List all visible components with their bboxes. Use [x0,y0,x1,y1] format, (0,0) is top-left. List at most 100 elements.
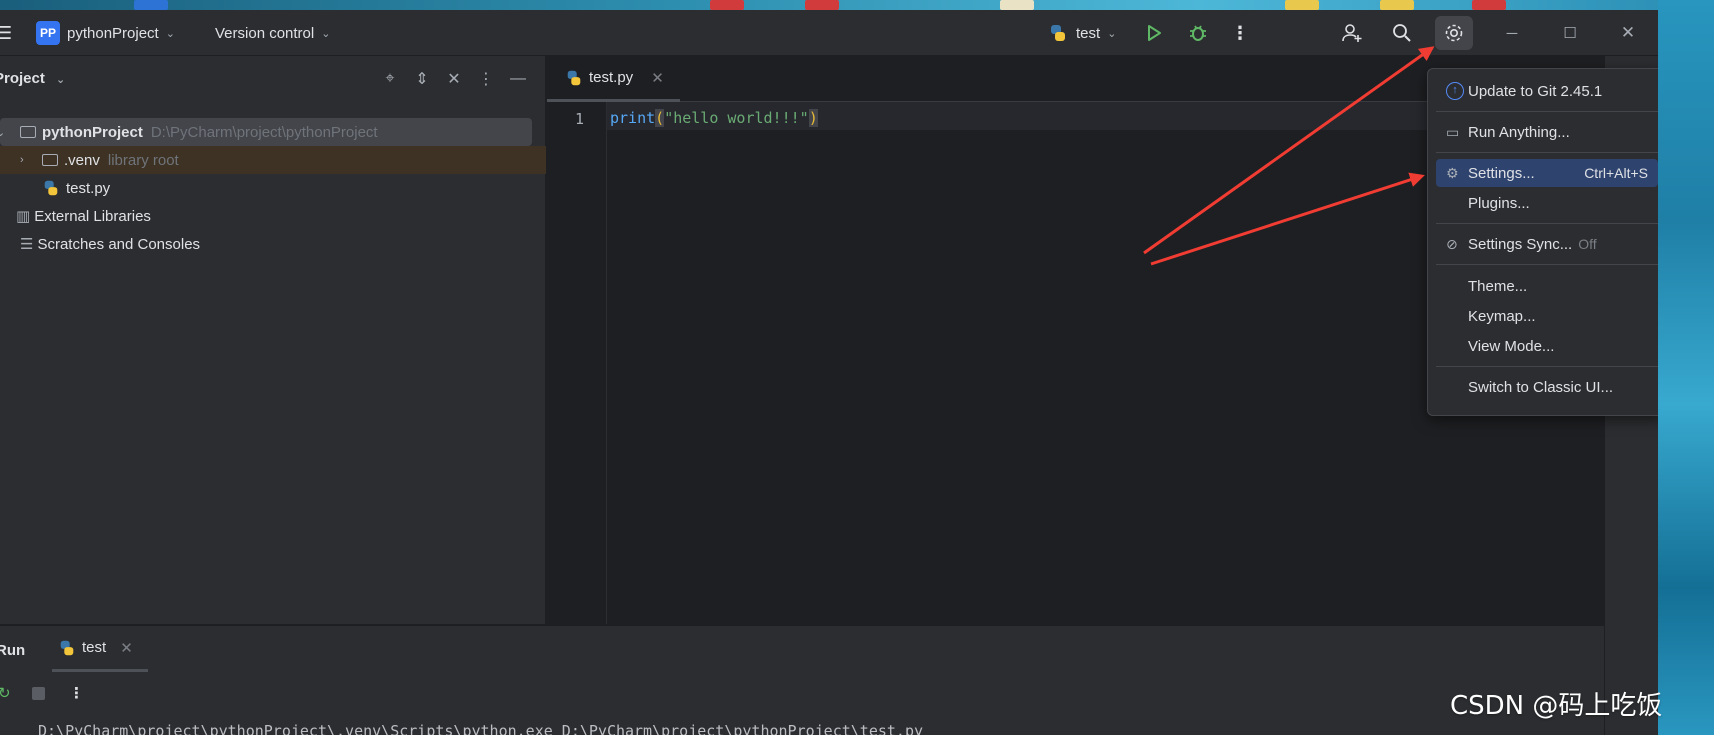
code-bracket: ) [808,109,818,127]
title-bar: ☰ PP pythonProject ⌄ Version control ⌄ t… [0,10,1658,56]
line-gutter: 1 [547,102,607,624]
code-bracket: ( [655,109,665,127]
desktop-shortcut-icon[interactable] [134,0,168,10]
menu-item-shortcut: Ctrl+Alt+S [1584,165,1648,181]
locate-icon[interactable]: ⌖ [374,70,406,88]
menu-separator [1436,152,1658,153]
desktop-pdf-icon[interactable] [1472,0,1506,10]
menu-separator [1436,111,1658,112]
tree-item-path: D:\PyCharm\project\pythonProject [150,123,378,141]
tree-item-label: External Libraries [34,207,151,225]
desktop-folder-icon[interactable] [1285,0,1319,10]
desktop-pdf-icon[interactable] [805,0,839,10]
tree-item-label: test.py [66,179,111,197]
project-pane-title-label: Project [0,70,45,87]
menu-item-run-anything[interactable]: ▭ Run Anything... [1436,118,1658,146]
more-icon[interactable]: ⋮ [69,684,84,702]
run-icon[interactable] [1136,10,1172,56]
version-control-menu[interactable]: Version control ⌄ [215,10,330,56]
run-config-selector[interactable]: test ⌄ [1048,10,1116,56]
maximize-icon[interactable]: ☐ [1552,10,1588,56]
tree-item-project-root[interactable]: ⌄ pythonProject D:\PyCharm\project\pytho… [0,118,532,146]
console-output: D:\PyCharm\project\pythonProject\.venv\S… [38,722,924,735]
tree-item-label: .venv [64,151,100,169]
stop-icon[interactable] [32,686,45,700]
menu-separator [1436,223,1658,224]
menu-item-settings-sync[interactable]: ⊘ Settings Sync... Off [1436,230,1658,258]
debug-icon[interactable] [1180,10,1216,56]
close-icon[interactable]: ✕ [1610,10,1646,56]
desktop-background-right [1658,0,1714,735]
menu-item-plugins[interactable]: Plugins... [1436,189,1658,217]
watermark: CSDN @码上吃饭 [1450,691,1663,721]
desktop-folder-icon[interactable] [1380,0,1414,10]
sync-off-icon: ⊘ [1446,235,1458,252]
menu-item-view-mode[interactable]: View Mode... [1436,332,1658,360]
menu-item-theme[interactable]: Theme... [1436,272,1658,300]
close-icon[interactable]: ✕ [120,639,133,657]
code-line-1[interactable]: print("hello world!!!") [610,109,818,127]
tree-item-file[interactable]: test.py [0,174,546,202]
version-control-label: Version control [215,24,315,42]
rerun-icon[interactable]: ↻ [0,684,18,702]
code-function: print [610,109,656,127]
scratches-icon: ☰ [20,236,34,253]
project-switcher[interactable]: pythonProject ⌄ [67,10,175,56]
collapse-all-icon[interactable]: ✕ [438,69,470,89]
desktop-pdf-icon[interactable] [710,0,744,10]
more-icon[interactable]: ⋮ [470,69,502,89]
menu-item-keymap[interactable]: Keymap... [1436,302,1658,330]
chevron-down-icon: ⌄ [56,74,66,86]
menu-item-label: Plugins... [1468,194,1530,212]
chevron-down-icon[interactable]: ⌄ [0,126,14,139]
run-panel-title: Run [0,642,26,659]
search-icon[interactable] [1384,10,1420,56]
tree-item-scratches[interactable]: ☰ Scratches and Consoles [0,230,546,258]
menu-item-label: Keymap... [1468,307,1536,325]
hamburger-icon[interactable]: ☰ [0,10,14,56]
hide-icon[interactable]: — [502,70,534,88]
menu-separator [1436,366,1658,367]
expand-all-icon[interactable]: ⇕ [406,69,438,89]
git-update-icon: ↑ [1446,82,1464,100]
folder-icon [42,154,58,166]
more-icon[interactable]: ⋮ [1222,10,1258,56]
menu-item-settings[interactable]: ⚙ Settings... Ctrl+Alt+S [1436,159,1658,187]
menu-item-label: Settings Sync... [1468,235,1573,253]
tree-item-external-libraries[interactable]: › ▥ External Libraries [0,202,546,230]
project-pane-title[interactable]: Project ⌄ [0,70,65,87]
close-icon[interactable]: ✕ [651,69,664,87]
menu-item-update-git[interactable]: ↑ Update to Git 2.45.1 [1436,77,1658,105]
code-string: "hello world!!!" [664,109,809,127]
menu-item-label: Update to Git 2.45.1 [1468,82,1603,100]
menu-separator [1436,264,1658,265]
gear-icon[interactable] [1435,16,1473,50]
chevron-right-icon[interactable]: › [0,210,14,222]
desktop-file-icon[interactable] [1000,0,1034,10]
python-file-icon [44,180,58,196]
run-config-label: test [1076,24,1101,42]
menu-item-label: Run Anything... [1468,123,1570,141]
tab-label: test.py [589,69,634,86]
chevron-down-icon: ⌄ [321,27,331,40]
run-tab-label: test [82,639,107,656]
desktop-background [0,0,1714,10]
line-number: 1 [575,110,585,128]
minimize-icon[interactable]: ─ [1494,10,1530,56]
run-tab-test[interactable]: test ✕ [52,626,148,672]
menu-item-switch-classic-ui[interactable]: Switch to Classic UI... [1436,373,1658,401]
settings-dropdown-menu: ↑ Update to Git 2.45.1 ▭ Run Anything...… [1427,68,1658,416]
menu-item-label: Switch to Classic UI... [1468,378,1614,396]
run-tool-window: Run test ✕ ↻ ⋮ D:\PyCharm\project\python… [0,625,1604,735]
add-user-icon[interactable] [1334,10,1370,56]
chevron-down-icon: ⌄ [165,27,175,40]
tree-item-label: Scratches and Consoles [37,235,201,253]
chevron-right-icon[interactable]: › [20,154,38,166]
tree-item-venv[interactable]: › .venv library root [0,146,546,174]
library-icon: ▥ [16,208,31,225]
python-file-icon [567,70,581,85]
tab-test-py[interactable]: test.py ✕ [547,56,680,102]
python-icon [1051,25,1065,41]
project-name: pythonProject [67,24,159,42]
menu-item-status: Off [1578,236,1597,252]
